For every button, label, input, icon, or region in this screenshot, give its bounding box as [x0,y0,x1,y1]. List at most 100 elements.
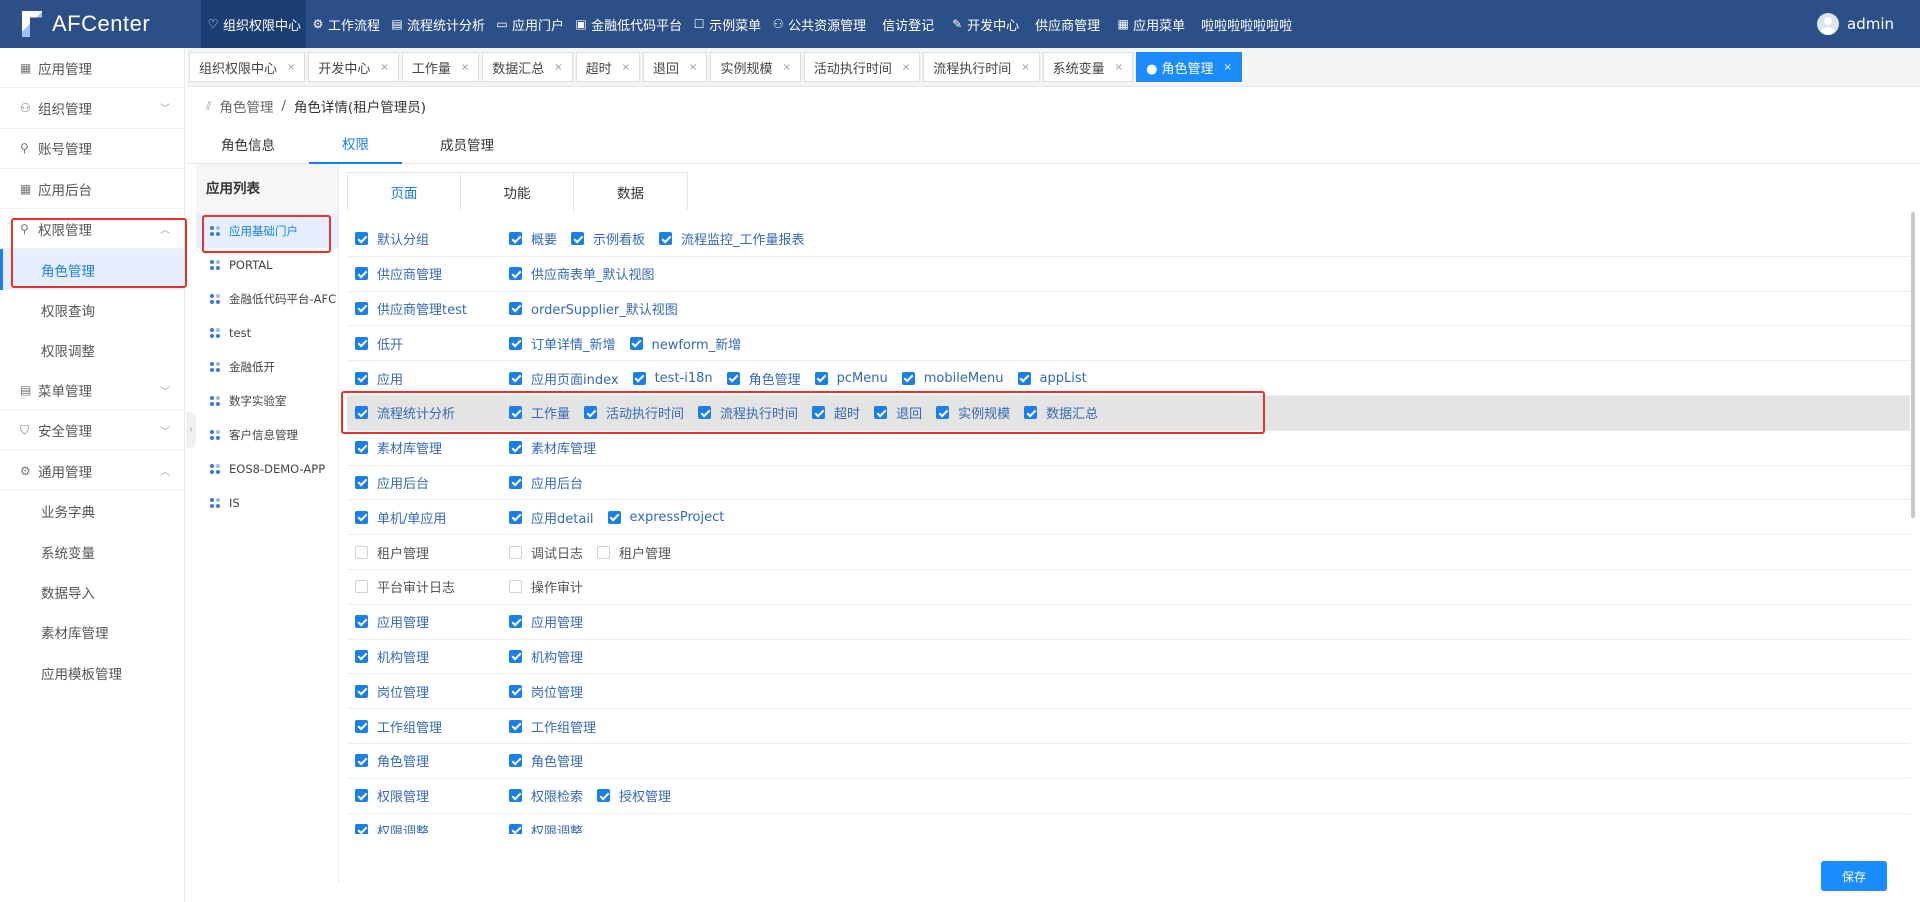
tab-item[interactable]: 系统变量 × [1042,52,1134,82]
permission-group[interactable]: 低开 [347,326,509,360]
permission-group[interactable]: 应用后台 [347,466,509,500]
sidebar-item[interactable]: 素材库管理 [0,612,184,652]
permission-item[interactable]: 工作量 [509,396,570,430]
permission-item[interactable]: 机构管理 [509,640,583,674]
topnav-item[interactable]: ⚙ 工作流程 [306,0,385,48]
checkbox-checked[interactable] [584,406,598,420]
permission-item[interactable]: 概要 [509,222,557,256]
permission-group[interactable]: 岗位管理 [347,674,509,708]
checkbox-checked[interactable] [509,441,522,455]
permission-item[interactable]: 岗位管理 [509,674,583,708]
checkbox-checked[interactable] [597,789,611,803]
sidebar-item[interactable]: 角色管理 [0,249,184,290]
save-button[interactable]: 保存 [1821,861,1887,891]
tab-permission[interactable]: 权限 [309,124,402,164]
permission-group[interactable]: 流程统计分析 [347,396,509,430]
permission-item[interactable]: expressProject [607,500,724,534]
topnav-item[interactable]: ✎ 开发中心 [945,0,1024,48]
checkbox-checked[interactable] [509,301,522,315]
topnav-item[interactable]: ▣ 金融低代码平台 [569,0,687,48]
topnav-item[interactable]: 供应商管理 [1024,0,1111,48]
user-menu[interactable]: admin [1817,0,1894,48]
checkbox-checked[interactable] [355,510,368,524]
topnav-item[interactable]: ⚇ 公共资源管理 [766,0,871,48]
checkbox-checked[interactable] [632,371,646,385]
topnav-item[interactable]: ▦ 应用菜单 [1111,0,1190,48]
permission-item[interactable]: 应用页面index [509,361,619,395]
checkbox-checked[interactable] [509,823,522,834]
checkbox-checked[interactable] [509,406,522,420]
checkbox-checked[interactable] [659,232,673,246]
app-logo[interactable]: AFCenter [0,0,201,48]
permission-item[interactable]: 角色管理 [726,361,801,395]
checkbox-checked[interactable] [355,719,368,733]
checkbox-unchecked[interactable] [509,545,522,559]
tab-members[interactable]: 成员管理 [402,124,532,164]
checkbox-checked[interactable] [698,406,712,420]
checkbox-unchecked[interactable] [597,545,611,559]
close-icon[interactable]: × [554,62,562,73]
permission-group[interactable]: 供应商管理test [347,292,509,326]
checkbox-checked[interactable] [355,789,368,803]
app-list-item[interactable]: EOS8-DEMO-APP [196,452,338,486]
tab-data[interactable]: 数据 [574,173,687,211]
checkbox-checked[interactable] [355,371,368,385]
tab-item[interactable]: 组织权限中心 × [189,52,306,82]
checkbox-checked[interactable] [509,754,522,768]
close-icon[interactable]: × [782,62,790,73]
permission-group[interactable]: 权限管理 [347,779,509,813]
topnav-item[interactable]: 啦啦啦啦啦啦啦 [1190,0,1303,48]
checkbox-checked[interactable] [355,441,368,455]
close-icon[interactable]: × [1224,62,1232,73]
checkbox-checked[interactable] [355,336,368,350]
permission-item[interactable]: pcMenu [814,361,888,395]
sidebar-collapse-handle[interactable]: ‹ [186,412,196,448]
permission-item[interactable]: 权限调整 [509,814,583,834]
checkbox-checked[interactable] [571,232,585,246]
checkbox-checked[interactable] [355,684,368,698]
topnav-item[interactable]: ☐ 示例菜单 [687,0,766,48]
app-list-item[interactable]: 数字实验室 [196,384,338,418]
checkbox-checked[interactable] [509,475,522,489]
permission-item[interactable]: 应用detail [509,500,594,534]
topnav-item[interactable]: 信访登记 [871,0,945,48]
sidebar-item[interactable]: ⚇ 组织管理 ﹀ [0,88,184,129]
close-icon[interactable]: × [1115,62,1123,73]
permission-group[interactable]: 应用管理 [347,605,509,639]
permission-item[interactable]: 应用管理 [509,605,583,639]
permission-item[interactable]: 角色管理 [509,744,583,778]
checkbox-checked[interactable] [509,615,522,629]
permission-item[interactable]: 租户管理 [597,535,671,569]
checkbox-checked[interactable] [936,406,950,420]
permission-item[interactable]: 素材库管理 [509,431,596,465]
close-icon[interactable]: × [287,62,295,73]
tab-page[interactable]: 页面 [348,173,461,211]
checkbox-checked[interactable] [509,336,522,350]
breadcrumb-parent[interactable]: 角色管理 [219,96,273,116]
permission-item[interactable]: 权限检索 [509,779,583,813]
close-icon[interactable]: × [689,62,697,73]
checkbox-checked[interactable] [355,406,368,420]
app-list-item[interactable]: 金融低开 [196,350,338,384]
checkbox-checked[interactable] [812,406,826,420]
checkbox-checked[interactable] [355,615,368,629]
sidebar-item[interactable]: 业务字典 [0,491,184,531]
sidebar-item[interactable]: 应用模板管理 [0,652,184,692]
permission-item[interactable]: 超时 [812,396,860,430]
checkbox-checked[interactable] [1024,406,1038,420]
app-list-item[interactable]: IS [196,486,338,520]
checkbox-checked[interactable] [355,301,368,315]
permission-group[interactable]: 素材库管理 [347,431,509,465]
tab-role-info[interactable]: 角色信息 [187,124,309,164]
checkbox-checked[interactable] [355,475,368,489]
checkbox-checked[interactable] [509,719,522,733]
tab-item[interactable]: 数据汇总 × [482,52,573,82]
checkbox-checked[interactable] [814,371,828,385]
permission-item[interactable]: 订单详情_新增 [509,326,616,360]
checkbox-unchecked[interactable] [355,545,368,559]
tab-item[interactable]: 超时 × [575,52,641,82]
permission-item[interactable]: appList [1017,361,1087,395]
permission-item[interactable]: 退回 [874,396,922,430]
tab-item[interactable]: 开发中心 × [308,52,399,82]
app-list-item[interactable]: 应用基础门户 [196,214,338,248]
